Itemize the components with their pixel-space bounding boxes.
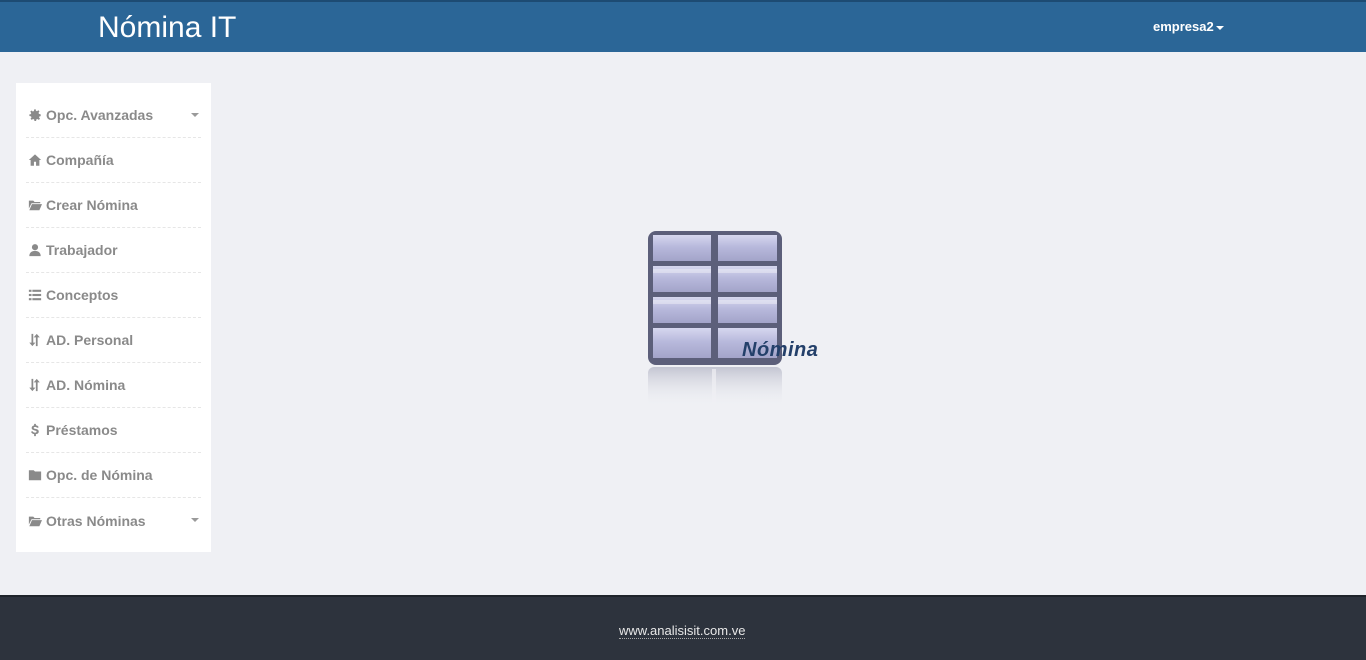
sidebar-item-opc-avanzadas[interactable]: Opc. Avanzadas [26,93,201,138]
page-footer: www.analisisit.com.ve [0,595,1366,660]
sort-icon [26,332,44,348]
sidebar-item-trabajador[interactable]: Trabajador [26,228,201,273]
sidebar-item-compania[interactable]: Compañía [26,138,201,183]
sidebar-item-label: Otras Nóminas [46,512,146,529]
sidebar-item-otras-nominas[interactable]: Otras Nóminas [26,498,201,543]
sidebar-item-opc-de-nomina[interactable]: Opc. de Nómina [26,453,201,498]
sidebar-nav: Opc. Avanzadas Compañía Crear Nómina Tra… [16,83,211,552]
list-icon [26,287,44,303]
sidebar-item-conceptos[interactable]: Conceptos [26,273,201,318]
dollar-icon [26,422,44,438]
table-grid-icon [648,231,782,407]
top-navbar: Nómina IT empresa2 [0,0,1366,52]
user-icon [26,242,44,258]
sidebar-item-label: Opc. Avanzadas [46,107,154,123]
chevron-down-icon [191,518,199,522]
sidebar-item-prestamos[interactable]: Préstamos [26,408,201,453]
folder-open-icon [26,197,44,213]
chevron-down-icon [1215,25,1224,30]
chevron-down-icon [191,113,199,117]
sidebar-item-label: AD. Personal [46,332,134,348]
footer-website-link[interactable]: www.analisisit.com.ve [619,623,746,639]
sidebar-item-label: AD. Nómina [46,377,126,393]
home-icon [26,152,44,168]
sidebar-item-ad-nomina[interactable]: AD. Nómina [26,363,201,408]
sidebar-item-label: Opc. de Nómina [46,467,153,483]
user-menu-dropdown[interactable]: empresa2 [1153,19,1224,34]
folder-open-icon [26,513,44,529]
sidebar-item-label: Compañía [46,152,114,168]
folder-icon [26,467,44,483]
sidebar-item-label: Trabajador [46,242,118,258]
sort-icon [26,377,44,393]
logo-text: Nómina [742,339,819,361]
app-title[interactable]: Nómina IT [98,11,236,45]
user-menu-label: empresa2 [1153,19,1214,34]
sidebar-item-label: Conceptos [46,287,119,303]
sidebar-item-crear-nomina[interactable]: Crear Nómina [26,183,201,228]
sidebar-item-ad-personal[interactable]: AD. Personal [26,318,201,363]
sidebar-item-label: Préstamos [46,422,118,438]
gear-icon [26,107,44,123]
sidebar-item-label: Crear Nómina [46,197,138,213]
nomina-logo: Nómina [646,229,836,414]
